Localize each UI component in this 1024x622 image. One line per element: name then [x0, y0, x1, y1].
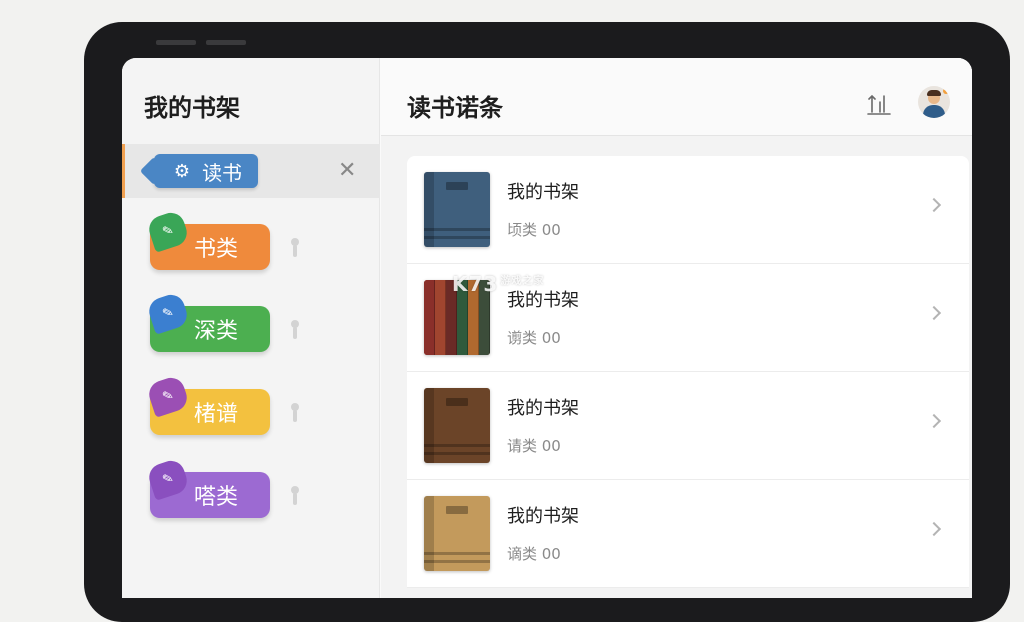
- book-title: 我的书架: [507, 182, 579, 203]
- book-subtitle: 请类 00: [507, 437, 561, 455]
- pin-icon[interactable]: [290, 320, 300, 340]
- watermark: K73 游戏之家: [452, 272, 545, 296]
- sort-icon[interactable]: [867, 90, 891, 118]
- sidebar-item-read[interactable]: ⚙ 读书: [154, 154, 258, 188]
- sidebar-item-label: 读书: [202, 160, 243, 185]
- volume-button: [156, 40, 196, 45]
- sidebar-title: 我的书架: [144, 94, 240, 122]
- avatar[interactable]: [918, 86, 950, 118]
- pin-icon[interactable]: [290, 403, 300, 423]
- gear-icon: ⚙: [173, 160, 191, 182]
- book-subtitle: 谪类 00: [507, 545, 561, 563]
- chevron-right-icon: [926, 413, 942, 429]
- book-list: 我的书架 顷类 00 我的书架 谫类 00 我的书架 请类 00 我的书架 谪类…: [407, 156, 969, 588]
- notification-dot: [943, 88, 949, 94]
- pin-icon[interactable]: [290, 238, 300, 258]
- book-subtitle: 谫类 00: [507, 329, 561, 347]
- pin-icon[interactable]: [290, 486, 300, 506]
- book-cover: [424, 172, 490, 247]
- list-item[interactable]: 我的书架 请类 00: [407, 372, 969, 480]
- list-item[interactable]: 我的书架 顷类 00: [407, 156, 969, 264]
- sidebar-item-label: 书类: [193, 237, 238, 262]
- page-title: 读书诺条: [407, 94, 503, 122]
- list-item[interactable]: 我的书架 谪类 00: [407, 480, 969, 588]
- main-panel: 读书诺条 我的书架 顷类 00 我的书架 谫类 00 我的书架 请类 00 我的…: [381, 58, 972, 598]
- power-button: [206, 40, 246, 45]
- book-title: 我的书架: [507, 506, 579, 527]
- sidebar: 我的书架 ⚙ 读书 ✕ 书类 ✎ 深类 ✎ 楮谱 ✎ 嗒类 ✎: [122, 58, 380, 598]
- book-cover: [424, 388, 490, 463]
- close-icon[interactable]: ✕: [338, 158, 356, 183]
- book-title: 我的书架: [507, 398, 579, 419]
- main-header: 读书诺条: [381, 58, 972, 136]
- app-screen: 我的书架 ⚙ 读书 ✕ 书类 ✎ 深类 ✎ 楮谱 ✎ 嗒类 ✎ 读书诺条 我的书…: [122, 58, 972, 598]
- sidebar-item-label: 嗒类: [193, 485, 238, 510]
- book-subtitle: 顷类 00: [507, 221, 561, 239]
- book-cover: [424, 496, 490, 571]
- chevron-right-icon: [926, 521, 942, 537]
- sidebar-item-label: 深类: [193, 319, 238, 344]
- sidebar-item-label: 楮谱: [193, 402, 238, 427]
- chevron-right-icon: [926, 197, 942, 213]
- chevron-right-icon: [926, 305, 942, 321]
